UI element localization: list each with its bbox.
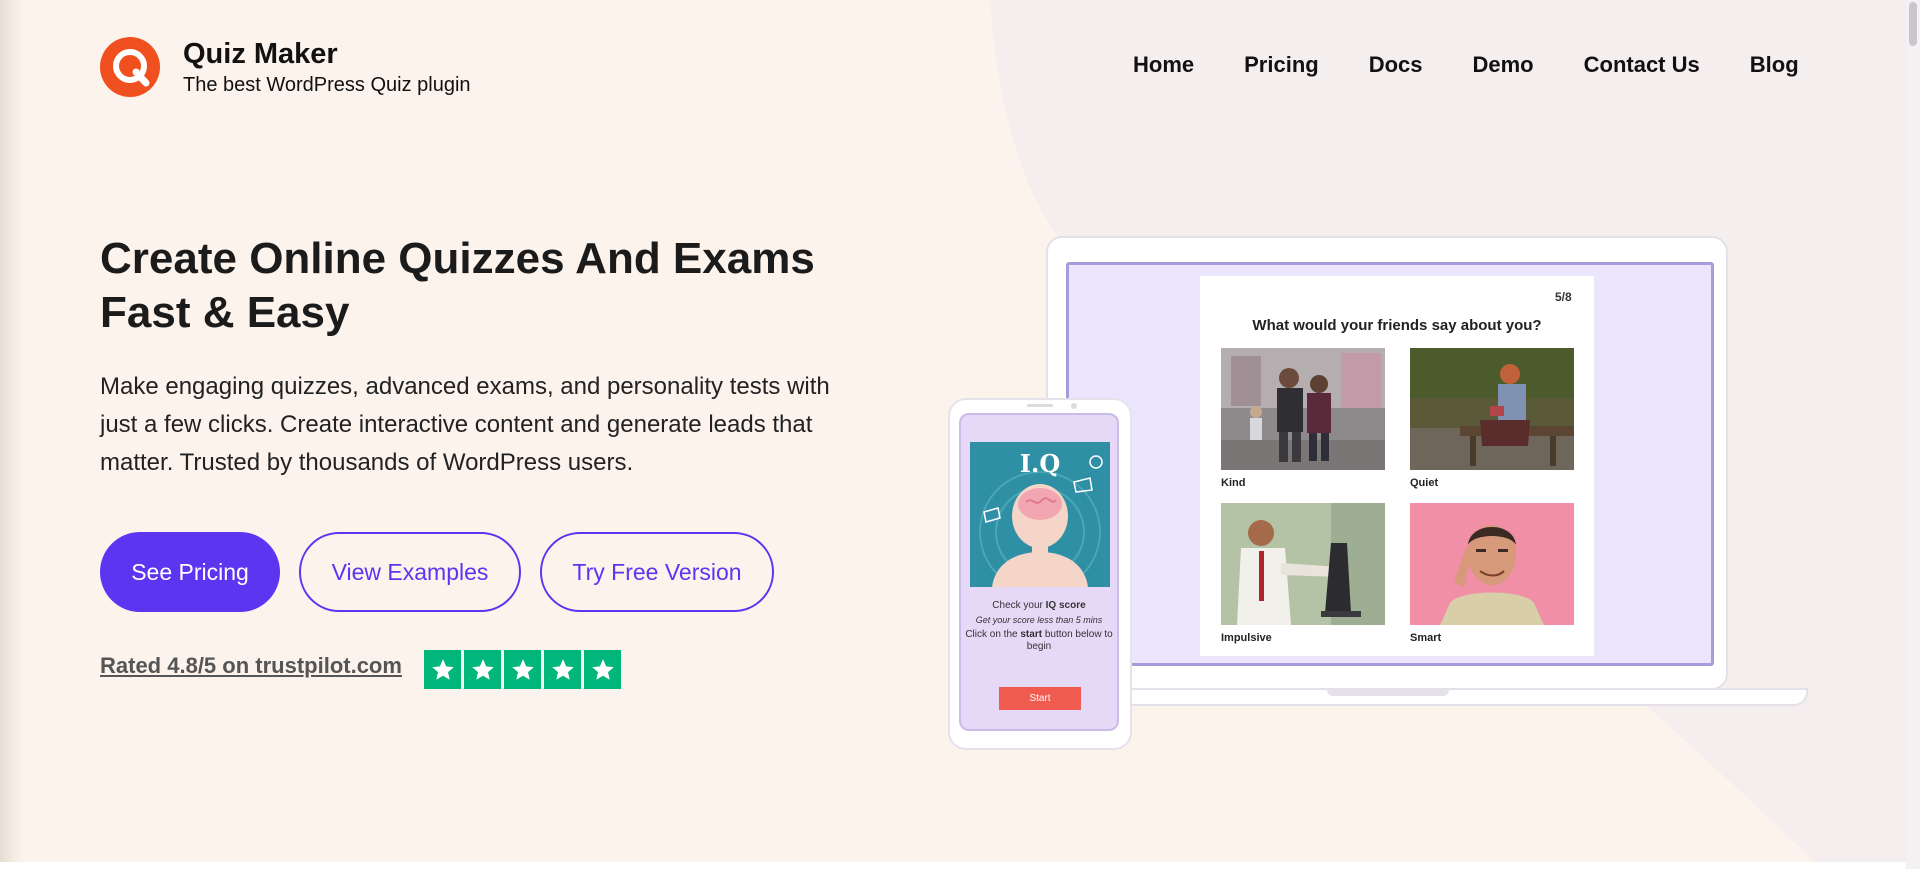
see-pricing-button[interactable]: See Pricing: [100, 532, 280, 612]
star-icon: [584, 650, 621, 689]
star-icon: [504, 650, 541, 689]
iq-line-1: Check your IQ score: [992, 600, 1086, 611]
laptop-base: [1094, 688, 1808, 706]
trustpilot-rating-link[interactable]: Rated 4.8/5 on trustpilot.com: [100, 653, 402, 679]
hero-description: Make engaging quizzes, advanced exams, a…: [100, 373, 830, 476]
nav-home[interactable]: Home: [1133, 52, 1194, 78]
brand-name[interactable]: Quiz Maker: [183, 38, 338, 71]
quiz-question: What would your friends say about you?: [1252, 317, 1542, 334]
try-free-version-button[interactable]: Try Free Version: [540, 532, 774, 612]
quiz-option-label[interactable]: Smart: [1410, 632, 1441, 644]
nav-docs[interactable]: Docs: [1369, 52, 1423, 78]
quiz-option-image-quiet[interactable]: [1410, 348, 1574, 470]
nav-contact-us[interactable]: Contact Us: [1584, 52, 1700, 78]
star-icon: [464, 650, 501, 689]
scrollbar-thumb[interactable]: [1909, 2, 1917, 46]
hero-title: Create Online Quizzes And Exams Fast & E…: [100, 234, 815, 337]
iq-start-button[interactable]: Start: [999, 687, 1081, 710]
main-nav: Home Pricing Docs Demo Contact Us Blog: [1133, 52, 1799, 78]
star-icon: [544, 650, 581, 689]
trustpilot-stars: [424, 650, 624, 689]
phone-camera: [1071, 403, 1077, 409]
brand-tagline: The best WordPress Quiz plugin: [183, 74, 471, 96]
iq-title: I.Q: [1020, 449, 1061, 478]
phone-speaker: [1027, 404, 1053, 407]
quiz-option-image-kind[interactable]: [1221, 348, 1385, 470]
quiz-progress-counter: 5/8: [1555, 290, 1572, 304]
nav-demo[interactable]: Demo: [1473, 52, 1534, 78]
quiz-option-label[interactable]: Quiet: [1410, 477, 1438, 489]
nav-pricing[interactable]: Pricing: [1244, 52, 1319, 78]
quiz-option-image-impulsive[interactable]: [1221, 503, 1385, 625]
quiz-option-label[interactable]: Impulsive: [1221, 632, 1272, 644]
view-examples-button[interactable]: View Examples: [299, 532, 521, 612]
iq-line-2: Get your score less than 5 mins: [975, 615, 1103, 625]
iq-line-3: Click on the start button below to begin: [965, 629, 1113, 652]
quiz-maker-logo-icon[interactable]: [100, 37, 160, 97]
quiz-option-label[interactable]: Kind: [1221, 477, 1245, 489]
quiz-option-image-smart[interactable]: [1410, 503, 1574, 625]
bottom-divider: [0, 862, 1920, 869]
star-icon: [424, 650, 461, 689]
left-edge-shadow: [0, 0, 22, 862]
nav-blog[interactable]: Blog: [1750, 52, 1799, 78]
laptop-notch: [1327, 689, 1449, 696]
iq-illustration: I.Q: [970, 442, 1110, 587]
scrollbar[interactable]: [1906, 0, 1920, 869]
